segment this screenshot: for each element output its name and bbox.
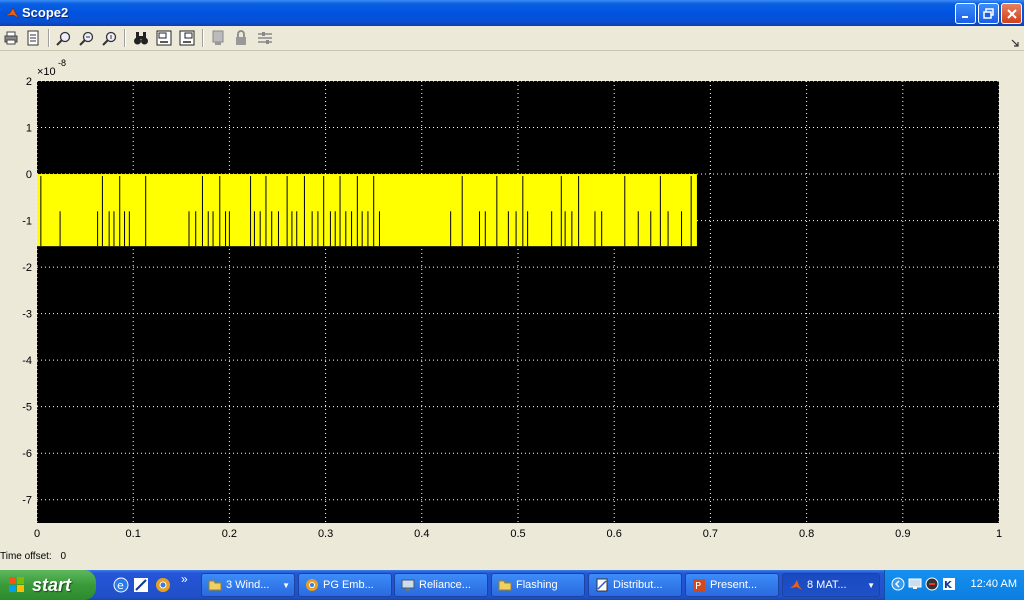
chevron-down-icon: ▼ <box>867 580 875 590</box>
restore-axes-button[interactable] <box>177 28 197 48</box>
autoscale-binoculars-icon <box>134 32 148 45</box>
y-exponent-power: -8 <box>58 58 66 68</box>
maximize-icon <box>982 7 994 19</box>
time-offset-status: Time offset: 0 <box>0 551 66 562</box>
restore-axes-icon <box>179 30 195 46</box>
y-tick-label: 2 <box>26 76 32 88</box>
svg-text:P: P <box>695 581 701 592</box>
y-tick-label: -3 <box>22 309 32 321</box>
x-tick-label: 0.9 <box>895 528 910 540</box>
task-item-present[interactable]: P Present... <box>685 573 779 597</box>
ie-icon[interactable]: e <box>112 576 130 594</box>
save-axes-button[interactable] <box>154 28 174 48</box>
document-icon <box>596 578 608 592</box>
maximize-button[interactable] <box>978 3 999 24</box>
y-tick-label: -1 <box>22 216 32 228</box>
x-tick-label: 0.3 <box>318 528 333 540</box>
folder-icon <box>498 580 512 591</box>
title-bar[interactable]: Scope2 <box>0 0 1024 26</box>
x-tick-label: 1 <box>996 528 1002 540</box>
taskbar: start e » 3 Wind... ▼ PG Emb... Reliance… <box>0 570 1024 600</box>
chrome-icon[interactable] <box>154 576 172 594</box>
app-tray-icon[interactable]: K <box>942 577 956 591</box>
powerpoint-icon: P <box>693 579 705 592</box>
scope-toolbar <box>0 26 1024 51</box>
autoscale-button[interactable] <box>131 28 151 48</box>
x-tick-label: 0.6 <box>607 528 622 540</box>
y-tick-label: -6 <box>22 448 32 460</box>
zoom-x-icon <box>79 31 94 46</box>
x-tick-label: 0.8 <box>799 528 814 540</box>
zoom-button[interactable] <box>54 28 74 48</box>
signal-selection-icon <box>258 32 272 44</box>
start-button[interactable]: start <box>0 570 96 600</box>
lock-icon <box>236 30 246 45</box>
x-tick-label: 0.7 <box>703 528 718 540</box>
minimize-button[interactable] <box>955 3 976 24</box>
matlab-icon <box>4 7 20 19</box>
task-item-pg-emb[interactable]: PG Emb... <box>298 573 392 597</box>
chevron-left-icon[interactable] <box>891 577 905 591</box>
x-tick-label: 0.5 <box>510 528 525 540</box>
chevron-down-icon: ▼ <box>282 580 290 590</box>
close-button[interactable] <box>1001 3 1022 24</box>
quicklaunch-overflow[interactable]: » <box>181 572 188 586</box>
zoom-icon <box>56 31 71 46</box>
scope-plot[interactable]: 0 0.1 0.2 0.3 0.4 0.5 0.6 0.7 0.8 0.9 1 2 1 0 -1 -2 -3 -4… <box>0 51 1024 569</box>
x-tick-label: 0.2 <box>222 528 237 540</box>
y-tick-label: -7 <box>22 495 32 507</box>
windows-flag-icon <box>9 577 24 592</box>
svg-text:e: e <box>117 579 124 592</box>
window-title: Scope2 <box>22 5 69 20</box>
y-tick-label: -4 <box>22 355 32 367</box>
time-offset-label: Time offset: <box>0 551 52 562</box>
parameters-icon <box>27 30 39 46</box>
close-icon <box>1006 8 1017 19</box>
task-item-matlab[interactable]: 8 MAT... ▼ <box>782 573 880 597</box>
zoom-y-icon <box>102 31 117 46</box>
y-tick-label: 0 <box>26 169 32 181</box>
matlab-icon <box>790 580 802 590</box>
network-icon <box>401 579 415 591</box>
start-label: start <box>32 574 72 595</box>
y-exponent-base: ×10 <box>37 66 56 78</box>
monitor-icon[interactable] <box>908 577 922 591</box>
svg-text:K: K <box>944 580 953 591</box>
folder-icon <box>208 580 222 591</box>
zoom-x-button[interactable] <box>77 28 97 48</box>
task-item-windows[interactable]: 3 Wind... ▼ <box>201 573 295 597</box>
floating-scope-button[interactable] <box>208 28 228 48</box>
y-tick-label: -2 <box>22 262 32 274</box>
parameters-button[interactable] <box>23 28 43 48</box>
scope-plot-area: 0 0.1 0.2 0.3 0.4 0.5 0.6 0.7 0.8 0.9 1 2 1 0 -1 -2 -3 -4… <box>0 51 1024 569</box>
task-item-distribut[interactable]: Distribut... <box>588 573 682 597</box>
task-item-flashing[interactable]: Flashing <box>491 573 585 597</box>
minimize-icon <box>961 15 968 18</box>
save-axes-icon <box>156 30 172 46</box>
lock-button[interactable] <box>231 28 251 48</box>
floating-scope-icon <box>212 30 224 45</box>
x-tick-label: 0 <box>34 528 40 540</box>
x-tick-label: 0.1 <box>126 528 141 540</box>
chrome-icon <box>306 579 318 591</box>
signal-band <box>37 174 697 247</box>
security-icon[interactable] <box>925 577 939 591</box>
x-tick-label: 0.4 <box>414 528 429 540</box>
time-offset-value: 0 <box>60 551 67 562</box>
signal-selection-button[interactable] <box>255 28 275 48</box>
y-tick-label: 1 <box>26 123 32 135</box>
print-icon <box>4 31 18 45</box>
notepad-icon[interactable] <box>132 576 150 594</box>
y-tick-label: -5 <box>22 402 32 414</box>
clock[interactable]: 12:40 AM <box>971 578 1017 590</box>
zoom-y-button[interactable] <box>100 28 120 48</box>
dock-arrow-icon[interactable] <box>1011 34 1019 47</box>
system-tray: K 12:40 AM <box>884 570 1024 600</box>
print-button[interactable] <box>1 28 21 48</box>
task-item-reliance[interactable]: Reliance... <box>394 573 488 597</box>
